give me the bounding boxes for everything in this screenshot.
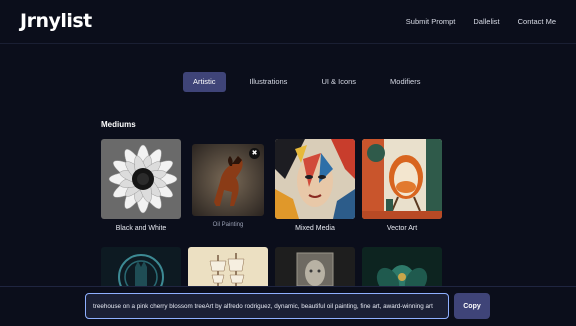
teal-floral-image [362,247,442,286]
top-nav: Submit Prompt Dallelist Contact Me [406,17,556,26]
tab-ui-icons[interactable]: UI & Icons [311,72,366,92]
card-row2-4[interactable] [362,247,442,286]
prompt-bar: Copy [0,286,576,326]
white-flower-bw-image [101,139,181,219]
nav-submit-prompt[interactable]: Submit Prompt [406,17,456,26]
prompt-input[interactable] [85,293,449,319]
card-label-mixed-media: Mixed Media [295,225,335,232]
card-row2-1[interactable] [101,247,181,286]
tab-artistic[interactable]: Artistic [183,72,226,92]
stone-portrait-image [275,247,355,286]
section-title: Mediums [101,120,136,129]
card-label-vector-art: Vector Art [386,225,418,232]
card-mixed-media[interactable]: Mixed Media [275,139,355,232]
ornate-hand-image [101,247,181,286]
nav-contact-me[interactable]: Contact Me [518,17,556,26]
copy-button[interactable]: Copy [454,293,490,319]
nav-dallelist[interactable]: Dallelist [473,17,499,26]
close-icon[interactable]: ✖ [249,148,260,159]
card-vector-art[interactable]: Vector Art [362,139,442,232]
card-row2-2[interactable] [188,247,268,286]
site-header: Jrnylist Submit Prompt Dallelist Contact… [0,0,576,44]
tab-illustrations[interactable]: Illustrations [240,72,298,92]
retro-chair-vector-image [362,139,442,219]
card-label-oil-painting: Oil Painting [212,222,244,228]
sailing-ship-image [188,247,268,286]
card-label-black-and-white: Black and White [115,225,167,232]
card-oil-painting[interactable]: ✖ Oil Painting [192,144,264,228]
tab-modifiers[interactable]: Modifiers [380,72,430,92]
category-tabs: Artistic Illustrations UI & Icons Modifi… [183,72,430,92]
site-logo[interactable]: Jrnylist [20,10,92,32]
horse-oil-painting-image: ✖ [192,144,264,216]
face-mixed-media-image [275,139,355,219]
card-black-and-white[interactable]: Black and White [101,139,181,232]
card-row2-3[interactable] [275,247,355,286]
